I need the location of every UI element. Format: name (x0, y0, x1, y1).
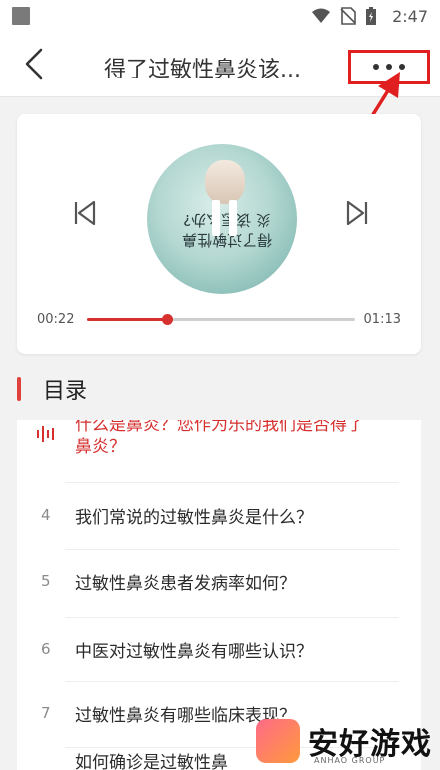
wifi-icon (312, 8, 330, 23)
next-track-icon[interactable] (345, 200, 369, 226)
chevron-left-icon (25, 48, 43, 80)
pause-icon (211, 200, 220, 236)
total-time: 01:13 (363, 312, 401, 327)
item-number: 6 (41, 640, 51, 658)
status-icons (312, 7, 376, 25)
back-button[interactable] (16, 46, 52, 82)
item-text: 鼻炎？ (75, 437, 126, 457)
item-number: 5 (41, 572, 51, 590)
list-item[interactable]: 4 我们常说的过敏性鼻炎是什么？ (17, 484, 421, 550)
playing-wave-icon (37, 426, 54, 442)
battery-icon (366, 7, 376, 25)
item-text: 如何确诊是过敏性鼻 (75, 753, 228, 770)
item-number: 4 (41, 506, 51, 524)
previous-track-icon[interactable] (73, 200, 97, 226)
status-bar: 2:47 (0, 0, 440, 32)
item-text: 我们常说的过敏性鼻炎是什么？ (75, 508, 313, 528)
notification-icon (12, 7, 30, 25)
page-title: 得了过敏性鼻炎该... (104, 58, 301, 78)
divider (65, 482, 399, 483)
no-sim-icon (340, 7, 356, 25)
pause-button[interactable] (207, 198, 241, 238)
progress-knob[interactable] (162, 314, 174, 325)
progress-fill (87, 318, 168, 321)
watermark: 安好游戏 ANHAO GROUP (256, 712, 440, 770)
toc-header: 目录 (17, 374, 87, 404)
progress-slider[interactable] (87, 314, 355, 325)
item-text: 过敏性鼻炎患者发病率如何？ (75, 574, 296, 594)
audio-player-card: 得了过敏性鼻炎 该怎么办? 00:22 01:13 (17, 114, 421, 354)
current-time: 00:22 (37, 312, 75, 327)
watermark-logo-icon (256, 719, 300, 763)
status-time: 2:47 (392, 7, 428, 26)
list-item[interactable]: 5 过敏性鼻炎患者发病率如何？ (17, 550, 421, 618)
toc-title: 目录 (43, 379, 88, 404)
toc-accent-bar (17, 377, 21, 401)
item-text: 中医对过敏性鼻炎有哪些认识？ (75, 642, 313, 662)
list-item[interactable]: 6 中医对过敏性鼻炎有哪些认识？ (17, 618, 421, 682)
list-item[interactable]: 什么是鼻炎？您作为乐的我们是否得了 鼻炎？ (17, 420, 421, 484)
watermark-subtext: ANHAO GROUP (314, 756, 386, 765)
item-number: 7 (41, 704, 51, 722)
